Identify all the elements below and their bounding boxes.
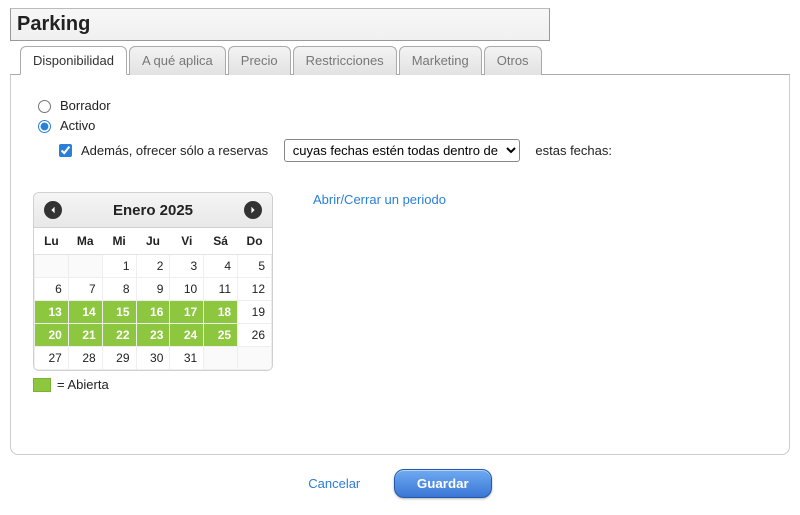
calendar-day[interactable]: 28 (68, 347, 102, 370)
calendar-title: Enero 2025 (113, 202, 193, 219)
offer-checkbox[interactable] (59, 144, 72, 157)
calendar-day[interactable]: 16 (136, 301, 170, 324)
offer-condition-select[interactable]: cuyas fechas estén todas dentro de (284, 139, 520, 162)
calendar-day[interactable]: 30 (136, 347, 170, 370)
legend-swatch-open (33, 378, 51, 392)
calendar-weekday: Ma (68, 228, 102, 255)
calendar-day[interactable]: 10 (170, 278, 204, 301)
offer-checkbox-label[interactable]: Además, ofrecer sólo a reservas (81, 143, 268, 158)
calendar-empty-cell (68, 255, 102, 278)
calendar-day[interactable]: 9 (136, 278, 170, 301)
calendar-empty-cell (204, 347, 238, 370)
calendar-day[interactable]: 14 (68, 301, 102, 324)
calendar-day[interactable]: 2 (136, 255, 170, 278)
calendar-weekday: Vi (170, 228, 204, 255)
calendar-legend: = Abierta (33, 377, 273, 392)
page-title: Parking (10, 8, 550, 41)
calendar-day[interactable]: 26 (238, 324, 272, 347)
calendar-day[interactable]: 27 (35, 347, 69, 370)
calendar-day[interactable]: 20 (35, 324, 69, 347)
calendar-day[interactable]: 6 (35, 278, 69, 301)
open-close-period-link[interactable]: Abrir/Cerrar un periodo (313, 192, 446, 207)
tab-marketing[interactable]: Marketing (399, 46, 482, 75)
cancel-button[interactable]: Cancelar (308, 476, 360, 491)
calendar-day[interactable]: 8 (102, 278, 136, 301)
calendar-day[interactable]: 21 (68, 324, 102, 347)
tab-aplica[interactable]: A qué aplica (129, 46, 226, 75)
calendar-day[interactable]: 7 (68, 278, 102, 301)
calendar-day[interactable]: 23 (136, 324, 170, 347)
calendar-day[interactable]: 19 (238, 301, 272, 324)
status-borrador-label[interactable]: Borrador (60, 98, 111, 113)
tab-restricciones[interactable]: Restricciones (293, 46, 397, 75)
calendar-day[interactable]: 1 (102, 255, 136, 278)
legend-label: = Abierta (57, 377, 109, 392)
calendar-day[interactable]: 12 (238, 278, 272, 301)
calendar-day[interactable]: 17 (170, 301, 204, 324)
calendar-empty-cell (35, 255, 69, 278)
status-activo-radio[interactable] (38, 120, 51, 133)
calendar-weekday: Sá (204, 228, 238, 255)
panel-disponibilidad: Borrador Activo Además, ofrecer sólo a r… (10, 75, 790, 455)
calendar-weekday: Mi (102, 228, 136, 255)
calendar-weekday: Lu (35, 228, 69, 255)
status-borrador-radio[interactable] (38, 100, 51, 113)
calendar-day[interactable]: 5 (238, 255, 272, 278)
tab-disponibilidad[interactable]: Disponibilidad (20, 46, 127, 75)
status-activo-label[interactable]: Activo (60, 118, 95, 133)
calendar: Enero 2025 LuMaMiJuViSáDo 12345678910111… (33, 192, 273, 371)
calendar-prev-icon[interactable] (44, 201, 62, 219)
tab-precio[interactable]: Precio (228, 46, 291, 75)
tab-bar: DisponibilidadA qué aplicaPrecioRestricc… (10, 45, 790, 75)
calendar-weekday: Do (238, 228, 272, 255)
calendar-day[interactable]: 11 (204, 278, 238, 301)
calendar-day[interactable]: 3 (170, 255, 204, 278)
calendar-day[interactable]: 31 (170, 347, 204, 370)
save-button[interactable]: Guardar (394, 469, 492, 498)
calendar-day[interactable]: 22 (102, 324, 136, 347)
calendar-day[interactable]: 13 (35, 301, 69, 324)
calendar-empty-cell (238, 347, 272, 370)
tab-otros[interactable]: Otros (484, 46, 542, 75)
calendar-grid: LuMaMiJuViSáDo 1234567891011121314151617… (34, 228, 272, 370)
action-bar: Cancelar Guardar (10, 469, 790, 498)
calendar-next-icon[interactable] (244, 201, 262, 219)
calendar-day[interactable]: 18 (204, 301, 238, 324)
calendar-day[interactable]: 25 (204, 324, 238, 347)
calendar-weekday: Ju (136, 228, 170, 255)
calendar-day[interactable]: 29 (102, 347, 136, 370)
calendar-day[interactable]: 15 (102, 301, 136, 324)
calendar-day[interactable]: 4 (204, 255, 238, 278)
offer-trailing-text: estas fechas: (535, 143, 612, 158)
calendar-day[interactable]: 24 (170, 324, 204, 347)
